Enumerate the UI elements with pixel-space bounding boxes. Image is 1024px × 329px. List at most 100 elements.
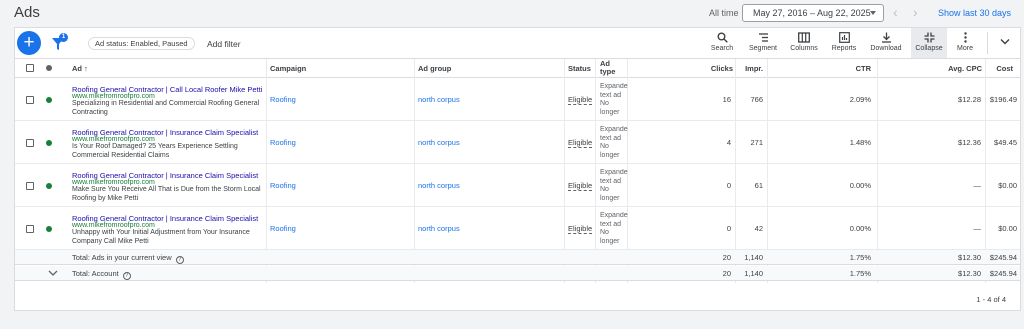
row-checkbox[interactable] <box>26 96 34 104</box>
download-label: Download <box>870 45 902 52</box>
col-header-ctr[interactable]: CTR <box>835 64 871 73</box>
toolbar-divider <box>987 32 988 54</box>
ad-group-link[interactable]: north corpus <box>418 138 460 147</box>
col-header-cost[interactable]: Cost <box>985 64 1013 73</box>
ads-table-card: + 1 Ad status: Enabled, Paused Add filte… <box>14 27 1021 311</box>
ad-description: Unhappy with Your Initial Adjustment fro… <box>72 229 250 245</box>
collapse-button[interactable]: Collapse <box>911 28 947 58</box>
add-ad-button[interactable]: + <box>17 31 41 55</box>
cost-value: $0.00 <box>998 224 1017 233</box>
totals-row-account: Total: Account? 20 1,140 1.75% $12.30 $2… <box>15 266 1020 281</box>
ad-display-url: www.mikefromroofpro.com <box>72 179 155 186</box>
col-header-impr[interactable]: Impr. <box>737 64 763 73</box>
clicks-value: 4 <box>726 138 731 147</box>
enabled-status-dot <box>46 226 52 232</box>
segment-label: Segment <box>748 45 778 52</box>
ad-description: Make Sure You Receive All That is Due fr… <box>72 186 261 202</box>
table-row[interactable]: Roofing General Contractor | Call Local … <box>15 78 1020 121</box>
total-impr: 1,140 <box>744 269 763 278</box>
total-ctr: 1.75% <box>849 253 871 262</box>
table-row[interactable]: Roofing General Contractor | Insurance C… <box>15 207 1020 250</box>
clicks-value: 16 <box>722 95 731 104</box>
ctr-value: 0.00% <box>849 181 871 190</box>
total-avg-cpc: $12.30 <box>958 269 981 278</box>
table-row[interactable]: Roofing General Contractor | Insurance C… <box>15 164 1020 207</box>
ad-group-link[interactable]: north corpus <box>418 181 460 190</box>
table-toolbar: + 1 Ad status: Enabled, Paused Add filte… <box>15 28 1020 59</box>
row-checkbox[interactable] <box>26 225 34 233</box>
ad-display-url: www.mikefromroofpro.com <box>72 222 155 229</box>
ad-description: Specializing in Residential and Commerci… <box>72 100 260 116</box>
ad-group-link[interactable]: north corpus <box>418 224 460 233</box>
add-filter-button[interactable]: Add filter <box>207 39 241 49</box>
campaign-link[interactable]: Roofing <box>270 138 296 147</box>
download-button[interactable]: Download <box>867 28 905 58</box>
reports-button[interactable]: Reports <box>827 28 861 58</box>
cost-value: $49.45 <box>994 138 1017 147</box>
ad-type-value: Expanded text ad No longer available <box>600 212 628 245</box>
help-icon[interactable]: ? <box>175 256 184 264</box>
search-button[interactable]: Search <box>707 28 737 58</box>
help-icon[interactable]: ? <box>122 272 131 280</box>
col-header-ad[interactable]: Ad ↑ <box>72 64 88 73</box>
status-value[interactable]: Eligible <box>568 95 593 105</box>
collapse-icon <box>924 32 934 43</box>
reports-icon <box>838 32 850 43</box>
filter-chip-ad-status[interactable]: Ad status: Enabled, Paused <box>88 37 195 50</box>
col-header-status[interactable]: Status <box>568 64 591 73</box>
columns-button[interactable]: Columns <box>786 28 822 58</box>
enabled-status-dot <box>46 183 52 189</box>
pagination-label: 1 - 4 of 4 <box>976 295 1006 304</box>
enabled-status-dot <box>46 97 52 103</box>
show-last-30-days-link[interactable]: Show last 30 days <box>938 8 1011 18</box>
table-row[interactable]: Roofing General Contractor | Insurance C… <box>15 121 1020 164</box>
cost-value: $0.00 <box>998 181 1017 190</box>
campaign-link[interactable]: Roofing <box>270 181 296 190</box>
download-icon <box>881 32 891 43</box>
status-value[interactable]: Eligible <box>568 138 593 148</box>
search-label: Search <box>710 45 734 52</box>
ad-display-url: www.mikefromroofpro.com <box>72 136 155 143</box>
search-icon <box>717 32 728 43</box>
reports-label: Reports <box>831 45 857 52</box>
ad-type-value: Expanded text ad No longer available <box>600 169 628 202</box>
ad-display-url: www.mikefromroofpro.com <box>72 93 155 100</box>
chevron-left-icon[interactable]: ‹ <box>893 4 898 20</box>
status-value[interactable]: Eligible <box>568 224 593 234</box>
columns-label: Columns <box>790 45 818 52</box>
ctr-value: 2.09% <box>849 95 871 104</box>
col-header-avg-cpc[interactable]: Avg. CPC <box>940 64 982 73</box>
date-prefix: All time <box>709 8 739 18</box>
chevron-right-icon[interactable]: › <box>913 4 918 20</box>
avg-cpc-value: $12.36 <box>958 138 981 147</box>
ad-group-link[interactable]: north corpus <box>418 95 460 104</box>
col-header-ad-type[interactable]: Ad type <box>600 60 622 76</box>
total-clicks: 20 <box>722 253 731 262</box>
total-clicks: 20 <box>722 269 731 278</box>
col-header-ad-group[interactable]: Ad group <box>418 64 451 73</box>
status-value[interactable]: Eligible <box>568 181 593 191</box>
col-header-campaign[interactable]: Campaign <box>270 64 306 73</box>
ad-description: Is Your Roof Damaged? 25 Years Experienc… <box>72 143 238 159</box>
date-range-picker[interactable]: May 27, 2016 – Aug 22, 2025 <box>742 4 884 22</box>
more-label: More <box>957 45 973 52</box>
col-header-clicks[interactable]: Clicks <box>695 64 733 73</box>
plus-icon: + <box>23 32 35 53</box>
filter-count-badge: 1 <box>59 33 68 42</box>
more-button[interactable]: More <box>951 28 979 58</box>
cost-value: $196.49 <box>989 95 1017 104</box>
date-range-label: May 27, 2016 – Aug 22, 2025 <box>753 8 871 18</box>
avg-cpc-value: — <box>973 181 982 190</box>
segment-icon <box>758 33 768 42</box>
table-header-row: Ad ↑ Campaign Ad group Status Ad type Cl… <box>15 59 1020 78</box>
campaign-link[interactable]: Roofing <box>270 224 296 233</box>
ad-type-value: Expanded text ad No longer available <box>600 126 628 159</box>
row-checkbox[interactable] <box>26 139 34 147</box>
campaign-link[interactable]: Roofing <box>270 95 296 104</box>
row-checkbox[interactable] <box>26 182 34 190</box>
chevron-down-icon[interactable] <box>1000 38 1010 46</box>
ctr-value: 0.00% <box>849 224 871 233</box>
select-all-checkbox[interactable] <box>26 64 34 72</box>
segment-button[interactable]: Segment <box>745 28 781 58</box>
expand-chevron-icon[interactable] <box>48 270 58 277</box>
